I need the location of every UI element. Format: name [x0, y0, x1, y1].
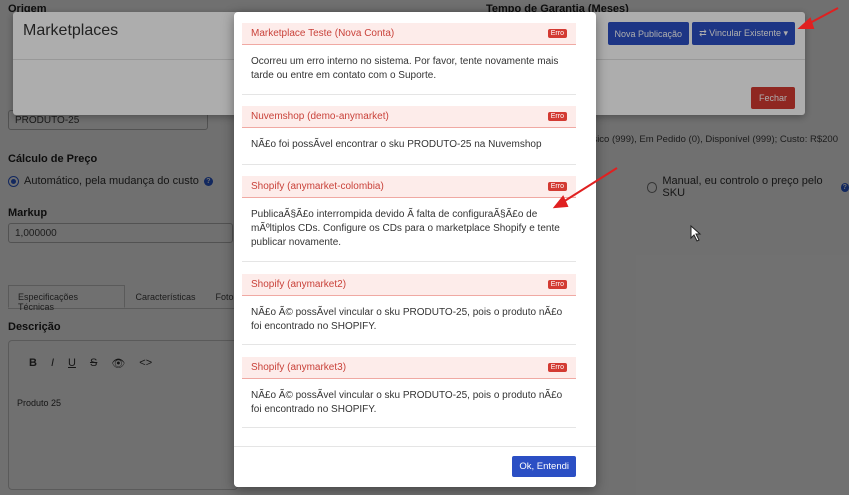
mouse-cursor-icon	[690, 224, 702, 242]
annotation-arrows	[552, 7, 839, 242]
arrow-shopify-error-icon	[552, 167, 618, 209]
arrow-vincular-icon	[797, 7, 839, 29]
